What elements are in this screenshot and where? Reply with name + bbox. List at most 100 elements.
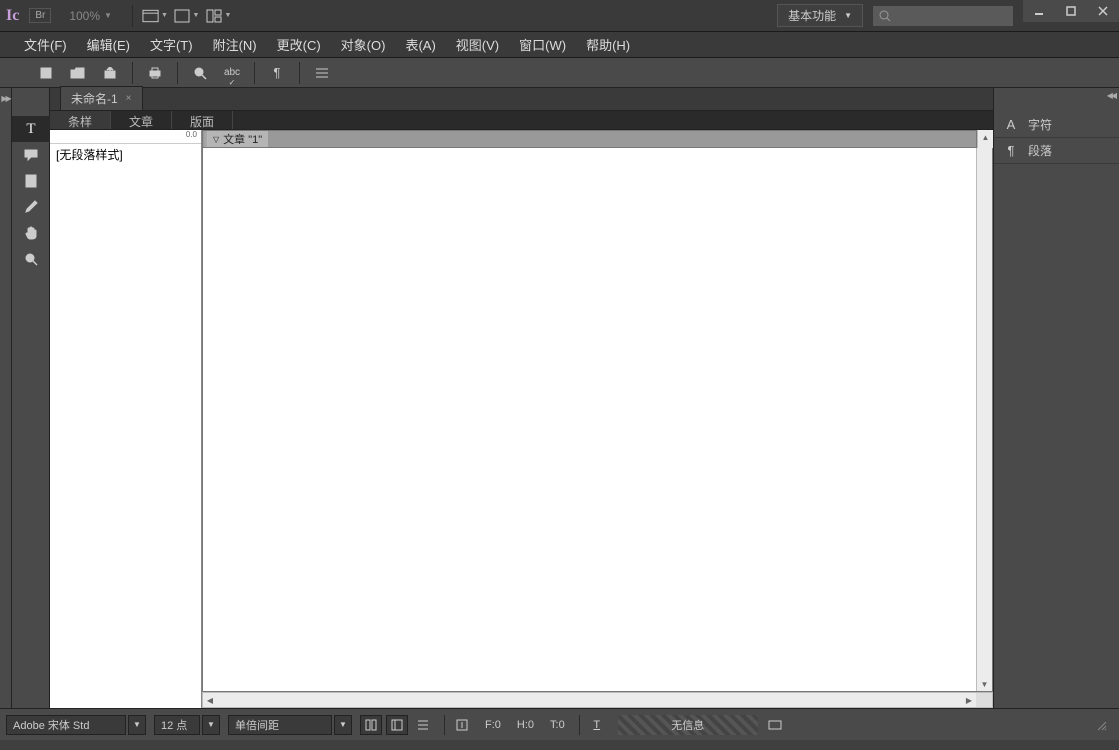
eyedropper-tool[interactable] <box>12 194 50 220</box>
divider <box>254 62 255 84</box>
editor-wrap: ▽ 文章 "1" ▲ ▼ ◀ <box>202 130 993 708</box>
triangle-down-icon: ▽ <box>213 135 219 144</box>
story-title-bar[interactable]: ▽ 文章 "1" <box>202 130 977 148</box>
divider <box>579 715 580 735</box>
status-nav-icon[interactable] <box>764 715 786 735</box>
document-area: 未命名-1 × 条样 文章 版面 0.0 [无段落样式] ▽ 文章 "1" <box>50 88 993 708</box>
page-tool[interactable] <box>12 168 50 194</box>
right-panel-area: ◀◀ A 字符 ¶ 段落 <box>993 88 1119 708</box>
zoom-tool[interactable] <box>12 246 50 272</box>
style-item-none[interactable]: [无段落样式] <box>50 144 201 165</box>
menu-window[interactable]: 窗口(W) <box>509 31 576 58</box>
chevron-left-icon: ◀◀ <box>1107 91 1115 100</box>
save-button[interactable] <box>98 61 122 85</box>
divider <box>177 62 178 84</box>
menu-table[interactable]: 表(A) <box>395 31 445 58</box>
menu-notes[interactable]: 附注(N) <box>203 31 267 58</box>
close-tab-icon[interactable]: × <box>126 93 132 104</box>
type-tool[interactable]: T <box>12 116 50 142</box>
styles-ruler: 0.0 <box>50 130 201 144</box>
menu-edit[interactable]: 编辑(E) <box>77 31 140 58</box>
spellcheck-button[interactable]: abc✓ <box>220 61 244 85</box>
note-tool[interactable] <box>12 142 50 168</box>
arrange-button[interactable]: ▼ <box>206 5 232 27</box>
scrollbar-track[interactable] <box>977 162 992 677</box>
app-logo: Ic <box>6 7 19 25</box>
scroll-right-icon[interactable]: ▶ <box>962 693 976 707</box>
left-toolbar: T <box>12 88 50 708</box>
scroll-up-icon[interactable]: ▲ <box>978 130 993 144</box>
bridge-button[interactable]: Br <box>29 8 51 23</box>
menu-help[interactable]: 帮助(H) <box>576 31 640 58</box>
columns-button-1[interactable] <box>360 715 382 735</box>
menu-changes[interactable]: 更改(C) <box>267 31 331 58</box>
search-box[interactable] <box>873 6 1013 26</box>
font-size-field[interactable]: 12 点 <box>154 715 200 735</box>
lines-button[interactable] <box>310 61 334 85</box>
close-button[interactable] <box>1087 0 1119 22</box>
title-bar: Ic Br 100% ▼ ▼ ▼ ▼ 基本功能 ▼ <box>0 0 1119 32</box>
search-icon <box>879 10 891 22</box>
right-collapse[interactable]: ◀◀ <box>994 88 1119 102</box>
align-button[interactable] <box>412 715 434 735</box>
font-family-field[interactable]: Adobe 宋体 Std <box>6 715 126 735</box>
vertical-scrollbar[interactable]: ▼ <box>976 148 992 691</box>
view-mode1-button[interactable]: ▼ <box>142 5 168 27</box>
document-tab[interactable]: 未命名-1 × <box>60 86 143 110</box>
font-size-dropdown[interactable]: ▼ <box>202 715 220 735</box>
status-noinfo: 无信息 <box>618 715 758 735</box>
editor-page[interactable] <box>203 148 976 691</box>
maximize-button[interactable] <box>1055 0 1087 22</box>
divider <box>132 62 133 84</box>
menu-object[interactable]: 对象(O) <box>331 31 396 58</box>
menu-view[interactable]: 视图(V) <box>446 31 509 58</box>
divider <box>444 715 445 735</box>
panel-paragraph-label: 段落 <box>1028 142 1052 159</box>
print-button[interactable] <box>143 61 167 85</box>
menu-file[interactable]: 文件(F) <box>14 31 77 58</box>
font-family-dropdown[interactable]: ▼ <box>128 715 146 735</box>
status-t: T:0 <box>542 719 573 731</box>
scroll-down-icon[interactable]: ▼ <box>977 677 992 691</box>
stats-icon[interactable] <box>451 715 473 735</box>
left-expander[interactable]: ▶▶ <box>0 88 12 708</box>
options-bar: abc✓ ¶ <box>0 58 1119 88</box>
workspace-select[interactable]: 基本功能 ▼ <box>777 4 863 27</box>
divider <box>132 5 133 27</box>
info-icon[interactable]: T <box>586 715 608 735</box>
horizontal-scrollbar[interactable]: ◀ ▶ <box>202 692 993 708</box>
divider <box>299 62 300 84</box>
scroll-left-icon[interactable]: ◀ <box>203 693 217 707</box>
status-f: F:0 <box>477 719 509 731</box>
pilcrow-button[interactable]: ¶ <box>265 61 289 85</box>
panel-character[interactable]: A 字符 <box>994 112 1119 138</box>
editor-body: ▼ <box>202 148 993 692</box>
columns-button-2[interactable] <box>386 715 408 735</box>
view-mode2-button[interactable]: ▼ <box>174 5 200 27</box>
window-controls <box>1023 0 1119 22</box>
content-row: 0.0 [无段落样式] ▽ 文章 "1" ▲ <box>50 130 993 708</box>
minimize-button[interactable] <box>1023 0 1055 22</box>
hand-tool[interactable] <box>12 220 50 246</box>
story-title-label: 文章 "1" <box>223 131 262 147</box>
open-button[interactable] <box>66 61 90 85</box>
tab-layout[interactable]: 版面 <box>172 111 233 129</box>
status-h: H:0 <box>509 719 542 731</box>
new-doc-button[interactable] <box>34 61 58 85</box>
scrollbar-track[interactable] <box>217 693 962 707</box>
panel-character-label: 字符 <box>1028 116 1052 133</box>
caret-down-icon: ▼ <box>161 12 168 19</box>
zoom-select[interactable]: 100% ▼ <box>65 7 116 25</box>
leading-dropdown[interactable]: ▼ <box>334 715 352 735</box>
zoom-value: 100% <box>69 9 100 23</box>
find-button[interactable] <box>188 61 212 85</box>
resize-grip[interactable] <box>1093 715 1109 735</box>
menu-type[interactable]: 文字(T) <box>140 31 203 58</box>
paragraph-icon: ¶ <box>1002 143 1020 158</box>
status-bar: Adobe 宋体 Std ▼ 12 点 ▼ 单倍间距 ▼ F:0 H:0 T:0… <box>0 708 1119 740</box>
panel-paragraph[interactable]: ¶ 段落 <box>994 138 1119 164</box>
tab-story[interactable]: 文章 <box>111 111 172 129</box>
caret-down-icon: ▼ <box>844 11 852 20</box>
leading-field[interactable]: 单倍间距 <box>228 715 332 735</box>
tab-galley[interactable]: 条样 <box>50 111 111 129</box>
